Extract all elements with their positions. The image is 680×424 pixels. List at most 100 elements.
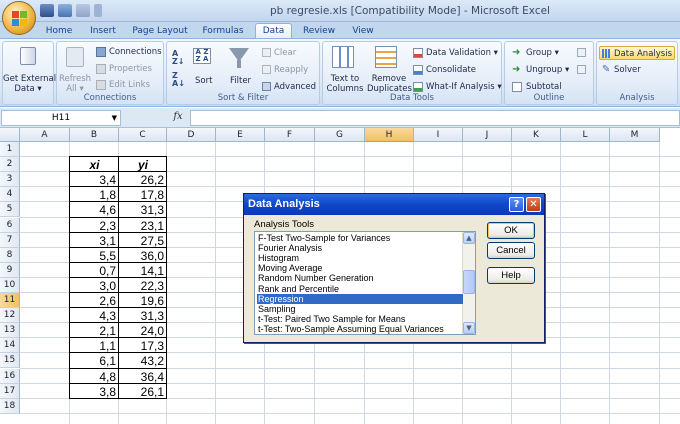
sort-button[interactable]: Sort [195, 76, 212, 86]
table-cell-yi: 22,3 [140, 278, 164, 293]
close-icon[interactable]: ✕ [526, 197, 541, 212]
column-header-b[interactable]: B [70, 128, 119, 142]
analysis-tool-item[interactable]: Fourier Analysis [257, 243, 463, 253]
table-cell-yi: 17,3 [140, 339, 164, 354]
row-header-5[interactable]: 5 [0, 202, 20, 218]
help-title-button[interactable]: ? [509, 197, 524, 212]
row-header-12[interactable]: 12 [0, 308, 20, 324]
analysis-tool-item[interactable]: Sampling [257, 304, 463, 314]
scroll-up-icon[interactable]: ▲ [463, 232, 475, 244]
column-header-h[interactable]: H [365, 128, 414, 142]
row-header-17[interactable]: 17 [0, 383, 20, 399]
analysis-tool-item[interactable]: F-Test Two-Sample for Variances [257, 233, 463, 243]
analysis-tool-item[interactable]: Regression [257, 293, 463, 304]
ungroup-button[interactable]: Ungroup ▾ [526, 65, 569, 75]
remove-duplicates-button[interactable]: Remove Duplicates [367, 74, 412, 94]
row-header-8[interactable]: 8 [0, 247, 20, 263]
row-header-13[interactable]: 13 [0, 323, 20, 339]
advanced-filter-icon [262, 82, 271, 91]
tab-home[interactable]: Home [42, 24, 76, 38]
row-header-18[interactable]: 18 [0, 398, 20, 414]
tab-page-layout[interactable]: Page Layout [130, 24, 190, 38]
tab-insert[interactable]: Insert [86, 24, 120, 38]
title-bar: pb regresie.xls [Compatibility Mode] - M… [0, 0, 680, 35]
row-header-10[interactable]: 10 [0, 277, 20, 293]
show-detail-icon[interactable] [577, 48, 586, 57]
column-header-g[interactable]: G [315, 128, 365, 142]
reapply-button[interactable]: Reapply [274, 65, 308, 75]
hide-detail-icon[interactable] [577, 65, 586, 74]
group-label-data-tools: Data Tools [390, 93, 434, 103]
name-box[interactable]: H11 ▼ [1, 110, 121, 126]
analysis-tools-list[interactable]: ▲ ▼ F-Test Two-Sample for Variances Fouri… [254, 231, 476, 335]
analysis-tool-item[interactable]: t-Test: Two-Sample Assuming Equal Varian… [257, 324, 463, 334]
sort-za-icon[interactable]: Z A↓ [172, 72, 185, 88]
analysis-tool-item[interactable]: Histogram [257, 253, 463, 263]
filter-button[interactable]: Filter [230, 76, 251, 86]
subtotal-button[interactable]: Subtotal [526, 82, 562, 92]
list-scrollbar[interactable]: ▲ ▼ [462, 232, 475, 334]
formula-input[interactable] [190, 110, 680, 126]
table-cell-xi: 3,8 [99, 384, 116, 399]
tab-formulas[interactable]: Formulas [200, 24, 246, 38]
column-header-k[interactable]: K [512, 128, 561, 142]
column-header-f[interactable]: F [265, 128, 315, 142]
column-header-c[interactable]: C [119, 128, 167, 142]
row-header-1[interactable]: 1 [0, 142, 20, 158]
group-label-sort-filter: Sort & Filter [217, 93, 269, 103]
row-header-11[interactable]: 11 [0, 293, 20, 309]
table-cell-xi: 3,0 [99, 278, 116, 293]
column-header-l[interactable]: L [561, 128, 610, 142]
column-header-i[interactable]: I [414, 128, 463, 142]
tab-view[interactable]: View [348, 24, 378, 38]
column-header-d[interactable]: D [167, 128, 216, 142]
analysis-tool-item[interactable]: Moving Average [257, 263, 463, 273]
column-header-m[interactable]: M [610, 128, 660, 142]
row-header-9[interactable]: 9 [0, 262, 20, 278]
row-header-7[interactable]: 7 [0, 232, 20, 248]
row-header-14[interactable]: 14 [0, 338, 20, 354]
what-if-analysis-button[interactable]: What-If Analysis ▾ [426, 82, 502, 92]
filter-stem-icon [237, 60, 241, 68]
row-header-3[interactable]: 3 [0, 172, 20, 188]
select-all-corner[interactable] [0, 128, 20, 142]
edit-links-button[interactable]: Edit Links [109, 80, 150, 90]
column-header-j[interactable]: J [463, 128, 512, 142]
tab-data[interactable]: Data [255, 23, 292, 39]
group-button[interactable]: Group ▾ [526, 48, 559, 58]
refresh-all-button[interactable]: Refresh All ▾ [57, 74, 93, 94]
consolidate-button[interactable]: Consolidate [426, 65, 476, 75]
advanced-button[interactable]: Advanced [274, 82, 316, 92]
column-header-a[interactable]: A [20, 128, 70, 142]
data-analysis-button[interactable]: Data Analysis [599, 46, 675, 60]
ok-button[interactable]: OK [487, 222, 535, 239]
text-to-columns-button[interactable]: Text to Columns [325, 74, 365, 94]
insert-function-button[interactable]: fx [168, 110, 188, 126]
data-validation-button[interactable]: Data Validation ▾ [426, 48, 498, 58]
analysis-tool-item[interactable]: Random Number Generation [257, 273, 463, 283]
row-header-15[interactable]: 15 [0, 353, 20, 369]
group-connections: Refresh All ▾ Connections Properties Edi… [56, 41, 164, 105]
name-box-dropdown-icon[interactable]: ▼ [112, 111, 117, 125]
row-header-6[interactable]: 6 [0, 217, 20, 233]
tab-review[interactable]: Review [300, 24, 338, 38]
cancel-button[interactable]: Cancel [487, 242, 535, 259]
scroll-down-icon[interactable]: ▼ [463, 322, 475, 334]
edit-links-icon [96, 80, 106, 90]
connections-button[interactable]: Connections [109, 47, 162, 57]
row-header-16[interactable]: 16 [0, 368, 20, 384]
table-cell-yi: 24,0 [140, 324, 164, 339]
sort-az-icon[interactable]: A Z↓ [172, 50, 185, 66]
solver-button[interactable]: Solver [614, 65, 641, 75]
column-header-e[interactable]: E [216, 128, 265, 142]
row-header-2[interactable]: 2 [0, 157, 20, 173]
analysis-tool-item[interactable]: t-Test: Paired Two Sample for Means [257, 314, 463, 324]
office-button[interactable] [2, 1, 36, 35]
properties-button[interactable]: Properties [109, 64, 152, 74]
help-button[interactable]: Help [487, 267, 535, 284]
clear-button[interactable]: Clear [274, 48, 296, 58]
analysis-tool-item[interactable]: Rank and Percentile [257, 284, 463, 294]
get-external-data-button[interactable]: Get External Data ▾ [3, 74, 56, 94]
row-header-4[interactable]: 4 [0, 187, 20, 203]
scroll-thumb[interactable] [463, 270, 475, 294]
